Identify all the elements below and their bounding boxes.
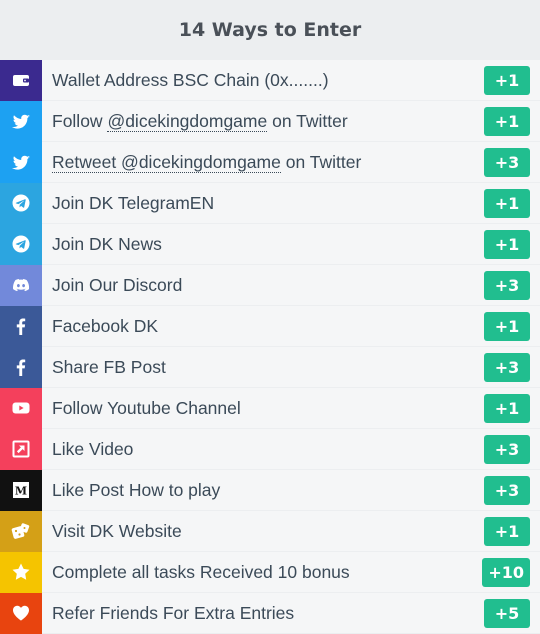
entry-row[interactable]: Like Video +3 [0, 428, 540, 470]
entry-label: Join DK TelegramEN [42, 193, 484, 214]
entry-row[interactable]: Visit DK Website +1 [0, 510, 540, 552]
entry-label-text: Visit DK Website [52, 520, 182, 541]
entry-row[interactable]: Refer Friends For Extra Entries +5 [0, 592, 540, 634]
entry-label-link[interactable]: Retweet @dicekingdomgame [52, 151, 281, 173]
star-icon [0, 551, 42, 593]
entry-label-text: Share FB Post [52, 356, 166, 377]
entry-row[interactable]: Follow @dicekingdomgame on Twitter +1 [0, 100, 540, 142]
points-badge: +3 [484, 147, 530, 177]
entry-label: Follow @dicekingdomgame on Twitter [42, 110, 484, 132]
points-badge: +3 [484, 270, 530, 300]
entry-label-text: Join DK TelegramEN [52, 192, 215, 213]
entry-label: Follow Youtube Channel [42, 398, 484, 419]
entry-label: Join DK News [42, 234, 484, 255]
points-badge: +1 [484, 65, 530, 95]
wallet-icon [0, 59, 42, 101]
entry-label-text: Refer Friends For Extra Entries [52, 602, 295, 623]
page-title: 14 Ways to Enter [0, 0, 540, 60]
points-badge: +1 [484, 311, 530, 341]
entry-row[interactable]: Wallet Address BSC Chain (0x.......) +1 [0, 59, 540, 101]
facebook-icon [0, 346, 42, 388]
telegram-icon [0, 182, 42, 224]
facebook-icon [0, 305, 42, 347]
entry-row[interactable]: M Like Post How to play +3 [0, 469, 540, 511]
entry-label: Visit DK Website [42, 521, 484, 542]
entry-label-text: Like Video [52, 438, 134, 459]
entry-label-text: Follow Youtube Channel [52, 397, 241, 418]
entry-label: Refer Friends For Extra Entries [42, 603, 484, 624]
heart-icon [0, 592, 42, 634]
entry-label-text: Wallet Address BSC Chain (0x.......) [52, 69, 329, 90]
entry-label: Retweet @dicekingdomgame on Twitter [42, 151, 484, 173]
entry-row[interactable]: Facebook DK +1 [0, 305, 540, 347]
entry-row[interactable]: Share FB Post +3 [0, 346, 540, 388]
svg-text:M: M [15, 485, 27, 498]
points-badge: +1 [484, 393, 530, 423]
discord-icon [0, 264, 42, 306]
points-badge: +10 [482, 557, 530, 587]
entry-label-text: Like Post How to play [52, 479, 221, 500]
entry-row[interactable]: Join DK TelegramEN +1 [0, 182, 540, 224]
entry-label-link[interactable]: @dicekingdomgame [107, 110, 268, 132]
points-badge: +3 [484, 352, 530, 382]
entry-label: Like Video [42, 439, 484, 460]
entry-label: Share FB Post [42, 357, 484, 378]
twitter-icon [0, 141, 42, 183]
entry-row[interactable]: Join DK News +1 [0, 223, 540, 265]
entry-methods-list: Wallet Address BSC Chain (0x.......) +1 Fo… [0, 59, 540, 634]
entry-label: Complete all tasks Received 10 bonus [42, 562, 482, 583]
points-badge: +3 [484, 475, 530, 505]
entry-label-text: Follow [52, 110, 108, 131]
entry-label-text: Complete all tasks Received 10 bonus [52, 561, 350, 582]
telegram-icon [0, 223, 42, 265]
points-badge: +1 [484, 229, 530, 259]
points-badge: +5 [484, 598, 530, 628]
twitter-icon [0, 100, 42, 142]
entry-label: Like Post How to play [42, 480, 484, 501]
entry-label-text: Join DK News [52, 233, 162, 254]
points-badge: +1 [484, 516, 530, 546]
entry-row[interactable]: Complete all tasks Received 10 bonus +10 [0, 551, 540, 593]
entry-row[interactable]: Join Our Discord +3 [0, 264, 540, 306]
points-badge: +1 [484, 188, 530, 218]
title-text: 14 Ways to Enter [178, 19, 362, 41]
entry-label-text: Facebook DK [52, 315, 159, 336]
points-badge: +1 [484, 106, 530, 136]
medium-icon: M [0, 469, 42, 511]
entry-row[interactable]: Follow Youtube Channel +1 [0, 387, 540, 429]
external-link-icon [0, 428, 42, 470]
entry-label-text: Join Our Discord [52, 274, 183, 295]
entry-label-suffix: on Twitter [267, 110, 348, 131]
points-badge: +3 [484, 434, 530, 464]
entry-label: Join Our Discord [42, 275, 484, 296]
dice-icon [0, 510, 42, 552]
entry-label: Wallet Address BSC Chain (0x.......) [42, 70, 484, 91]
entry-label-suffix: on Twitter [280, 151, 362, 172]
youtube-icon [0, 387, 42, 429]
entry-row[interactable]: Retweet @dicekingdomgame on Twitter +3 [0, 141, 540, 183]
entry-label: Facebook DK [42, 316, 484, 337]
